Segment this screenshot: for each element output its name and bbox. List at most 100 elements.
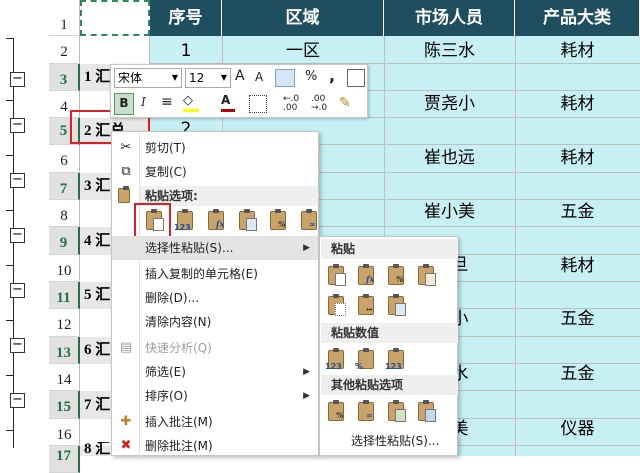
paste-column-width-icon[interactable]: ↔ [354,293,380,319]
row-header[interactable]: 9 [49,227,80,255]
paste-formulas-icon[interactable]: fx [354,263,380,289]
row-header[interactable]: 3 [49,64,80,91]
column-header-region[interactable]: 区域 [222,0,384,36]
chevron-right-icon: ▶ [303,391,310,401]
menu-item-sort[interactable]: 排序(O) ▶ [112,384,318,408]
summary-label[interactable]: 3 汇 [81,173,112,200]
submenu-item-paste-special[interactable]: 选择性粘贴(S)... [321,429,458,453]
collapse-button[interactable]: − [10,72,25,87]
summary-label[interactable]: 6 汇 [81,337,112,364]
cell-staff[interactable]: 崔小美 [384,200,515,227]
shrink-font-icon[interactable]: A [255,70,263,84]
cell-category[interactable]: 五金 [515,309,640,337]
cell-staff[interactable]: 贾尧小 [384,91,515,118]
scissors-icon: ✂ [120,140,132,155]
format-painter-icon[interactable]: ✎ [339,95,351,111]
font-color-icon[interactable]: A [221,93,241,113]
row-header[interactable]: 10 [49,255,80,282]
collapse-button[interactable]: − [10,283,25,298]
row-header[interactable]: 11 [49,282,80,309]
cell-category[interactable]: 耗材 [515,36,640,64]
column-header-seq[interactable]: 序号 [150,0,222,36]
cell-seq[interactable]: 1 [150,36,222,64]
row-header[interactable]: 6 [49,145,80,173]
font-size-box[interactable]: 12 ▼ [185,68,231,88]
align-center-icon[interactable]: ≡ [161,94,173,110]
outline-tick [6,155,14,156]
collapse-button[interactable]: − [10,393,25,408]
menu-item-delete-comment[interactable]: ✖ 删除批注(M) [112,434,318,458]
paste-formatting-icon[interactable]: % [266,208,292,234]
collapse-button[interactable]: − [10,228,25,243]
mini-toolbar: 宋体 ▼ 12 ▼ A A % , B I ≡ ◇ A ←.0.00 .00 →.0 … [110,64,368,118]
row-header[interactable]: 16 [49,419,80,446]
paste-transpose-icon[interactable] [235,208,261,234]
decrease-decimal-icon[interactable]: .00 →.0 [311,95,327,113]
paste-picture-icon[interactable] [384,399,410,425]
paste-icon[interactable] [324,263,350,289]
outline-tick [6,265,14,266]
collapse-button[interactable]: − [10,338,25,353]
collapse-button[interactable]: − [10,118,25,133]
menu-item-insert-copied[interactable]: 插入复制的单元格(E) [112,262,318,286]
row-header[interactable]: 13 [49,337,80,364]
bold-button[interactable]: B [114,93,134,115]
summary-label[interactable]: 1 汇 [81,64,111,91]
percent-icon[interactable]: % [305,69,317,84]
font-name-box[interactable]: 宋体 ▼ [114,68,182,88]
paste-keep-source-icon[interactable] [414,263,440,289]
paste-link-icon[interactable]: ∞ [354,399,380,425]
format-table-icon[interactable] [275,69,295,87]
paste-transpose-icon[interactable] [384,293,410,319]
paste-formatting-icon[interactable]: % [324,399,350,425]
cell-category[interactable]: 五金 [515,364,640,391]
summary-label[interactable]: 4 汇 [81,227,112,255]
row-header[interactable]: 15 [49,391,80,419]
summary-label[interactable]: 8 汇 [81,442,112,456]
column-header-staff[interactable]: 市场人员 [384,0,515,36]
cell-region[interactable]: 一区 [222,36,384,64]
row-header[interactable]: 8 [49,200,80,227]
menu-item-filter[interactable]: 筛选(E) ▶ [112,360,318,384]
paste-formulas-number-icon[interactable]: % [384,263,410,289]
cell-category[interactable]: 耗材 [515,145,640,173]
comma-icon[interactable]: , [329,66,335,85]
column-header-category[interactable]: 产品大类 [515,0,640,36]
row-header[interactable]: 1 [49,0,80,36]
menu-item-paste-special[interactable]: 选择性粘贴(S)... ▶ [112,236,318,260]
menu-item-copy[interactable]: ⧉ 复制(C) [112,160,318,184]
paste-linked-picture-icon[interactable] [414,399,440,425]
paste-values-number-icon[interactable]: % [354,347,380,373]
row-header[interactable]: 2 [49,36,80,64]
menu-item-cut[interactable]: ✂ 剪切(T) [112,136,318,160]
format-painter-grid-icon[interactable] [347,69,365,87]
paste-link-icon[interactable]: ∞ [297,208,323,234]
paste-values-icon[interactable]: 123 [324,347,350,373]
italic-button[interactable]: I [141,95,146,109]
cell-category[interactable]: 耗材 [515,91,640,118]
row-header[interactable]: 7 [49,173,80,200]
paste-values-icon[interactable]: 123 [173,208,199,234]
cell-category[interactable]: 仪器 [515,419,640,446]
menu-item-clear[interactable]: 清除内容(N) [112,310,318,334]
paste-no-borders-icon[interactable] [324,293,350,319]
paste-values-source-icon[interactable]: 123 [384,347,410,373]
summary-label[interactable]: 5 汇 [81,282,112,309]
cell-staff[interactable]: 陈三水 [384,36,515,64]
summary-label[interactable]: 7 汇 [81,391,112,419]
row-header[interactable]: 12 [49,309,80,337]
paste-formulas-icon[interactable]: fx [204,208,230,234]
row-header[interactable]: 14 [49,364,80,391]
grow-font-icon[interactable]: A [235,68,245,84]
header-cell-blank[interactable] [80,0,150,36]
increase-decimal-icon[interactable]: ←.0.00 [283,95,299,113]
borders-icon[interactable] [249,95,267,113]
collapse-button[interactable]: − [10,173,25,188]
menu-item-insert-comment[interactable]: ✚ 插入批注(M) [112,410,318,434]
cell-category[interactable]: 五金 [515,200,640,227]
cell-staff[interactable]: 崔也远 [384,145,515,173]
fill-color-icon[interactable]: ◇ [183,93,203,113]
cell-category[interactable]: 耗材 [515,255,640,282]
row-header[interactable]: 17 [49,446,80,473]
menu-item-delete[interactable]: 删除(D)... [112,286,318,310]
